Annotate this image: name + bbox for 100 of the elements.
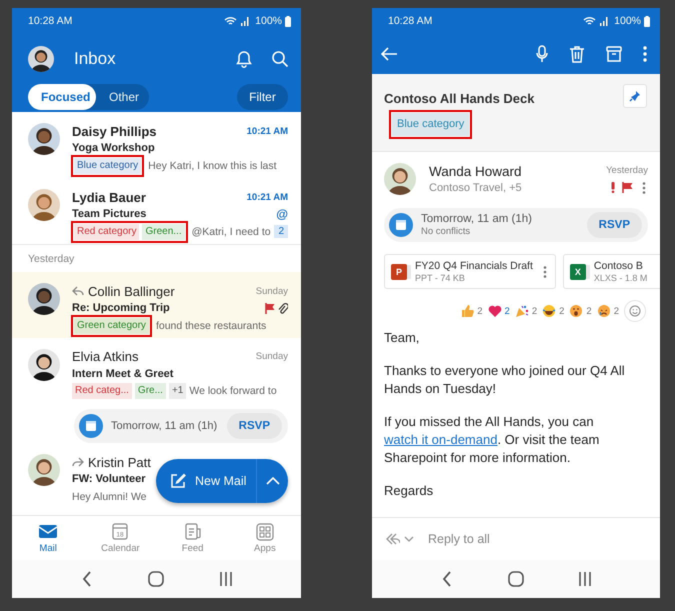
calendar-icon <box>389 213 413 237</box>
rsvp-button[interactable]: RSVP <box>586 212 642 238</box>
message-preview: Hey Alumni! We <box>72 490 148 502</box>
category-tag: Blue category <box>74 158 142 174</box>
chevron-down-icon <box>404 536 414 542</box>
reaction-button[interactable]: 2 <box>514 304 538 318</box>
wifi-icon <box>224 16 238 26</box>
message-time: Sunday <box>256 351 288 362</box>
sender-name: Elvia Atkins <box>72 349 138 364</box>
avatar <box>28 189 60 221</box>
thumbs-up-icon <box>460 304 474 318</box>
inbox-tab[interactable]: Focused <box>28 84 96 110</box>
message-item[interactable]: Collin Ballinger Sunday Re: Upcoming Trip Green category found these restaurants <box>12 272 301 338</box>
reaction-button[interactable]: 2 <box>596 304 619 318</box>
more-icon <box>642 182 646 194</box>
more-button[interactable] <box>540 266 549 278</box>
clock-time: 10:28 AM <box>388 15 432 27</box>
file-details: PPT - 74 KB <box>415 273 466 283</box>
reply-mode-button[interactable] <box>384 533 414 545</box>
sender-name: Kristin Patt <box>88 454 151 470</box>
more-button[interactable] <box>643 46 647 62</box>
pin-icon <box>629 90 641 102</box>
search-button[interactable] <box>271 50 289 68</box>
apps-icon <box>254 522 275 541</box>
back-arrow-icon <box>381 47 397 61</box>
attachment-card[interactable]: P FY20 Q4 Financials Draft PPT - 74 KB <box>384 254 556 289</box>
avatar <box>28 454 60 486</box>
heart-icon <box>488 304 502 318</box>
reply-field[interactable]: Reply to all <box>428 532 490 546</box>
avatar <box>28 46 54 72</box>
inbox-tab[interactable]: Other <box>96 84 152 110</box>
ppt-file-icon: P <box>391 264 407 280</box>
inbox-title: Inbox <box>74 49 117 69</box>
more-icon <box>542 266 547 278</box>
home-icon <box>508 571 524 587</box>
more-icon <box>643 46 647 62</box>
category-tag: Red category <box>74 224 140 240</box>
reaction-button[interactable]: 2 <box>569 304 592 318</box>
thread-count: 2 <box>274 225 288 238</box>
sender-name: Collin Ballinger <box>88 284 175 298</box>
notifications-button[interactable] <box>235 50 253 68</box>
battery-icon <box>285 16 291 26</box>
crying-face-icon <box>596 304 611 318</box>
category-tag: Red categ... <box>72 383 132 399</box>
rsvp-button[interactable]: RSVP <box>226 413 282 440</box>
bottom-tab[interactable]: Apps <box>228 516 301 560</box>
reaction-button[interactable]: 2 <box>542 304 564 318</box>
avatar <box>384 163 416 195</box>
confetti-icon <box>514 304 529 318</box>
body-paragraph: Thanks to everyone who joined our Q4 All Hands on Tuesday! <box>384 362 626 398</box>
smiley-icon <box>629 305 641 317</box>
xls-file-icon: X <box>570 264 586 280</box>
back-button[interactable] <box>381 47 397 61</box>
avatar <box>28 283 60 315</box>
on-demand-link[interactable]: watch it on-demand <box>384 432 498 447</box>
new-mail-button[interactable]: New Mail <box>156 459 258 503</box>
archive-icon <box>606 46 622 62</box>
microphone-button[interactable] <box>536 45 548 63</box>
mention-sign: @ <box>276 207 288 221</box>
event-note: No conflicts <box>421 226 472 237</box>
category-tag: Green... <box>142 224 185 240</box>
event-time: Tomorrow, 11 am (1h) <box>421 213 533 225</box>
message-subject: Intern Meet & Greet <box>72 368 174 380</box>
event-time: Tomorrow, 11 am (1h) <box>111 420 218 432</box>
laughing-face-icon <box>542 304 556 318</box>
message-subject: Team Pictures <box>72 208 146 220</box>
bottom-tab[interactable]: Mail <box>12 516 84 560</box>
reply-all-icon <box>384 533 400 545</box>
more-button[interactable] <box>640 182 648 194</box>
message-time: 10:21 AM <box>246 192 288 202</box>
message-time: 10:21 AM <box>246 126 288 136</box>
message-preview: found these restaurants <box>156 320 268 332</box>
back-icon <box>442 571 452 587</box>
archive-button[interactable] <box>606 46 622 62</box>
reaction-button[interactable]: 2 <box>460 304 483 318</box>
bottom-tab[interactable]: Feed <box>156 516 229 560</box>
recents-icon <box>578 571 592 587</box>
compose-icon <box>170 473 186 489</box>
email-subject: Contoso All Hands Deck <box>384 91 534 106</box>
file-name: Contoso B <box>594 260 644 272</box>
avatar <box>28 123 60 155</box>
microphone-icon <box>536 45 548 63</box>
calendar-icon <box>79 414 103 438</box>
recipients: Contoso Travel, +5 <box>429 182 523 194</box>
message-time: Sunday <box>256 286 288 296</box>
message-preview: Hey Katri, I know this is last <box>148 160 278 172</box>
message-subject: Yoga Workshop <box>72 142 155 154</box>
body-paragraph: If you missed the All Hands, you can watch it on-demand. Or visit the team Sharepoint for more information. <box>384 413 600 467</box>
filter-button[interactable]: Filter <box>237 84 288 110</box>
message-subject: Re: Upcoming Trip <box>72 302 170 314</box>
pin-button[interactable] <box>623 84 647 108</box>
reaction-button[interactable]: 2 <box>488 304 510 318</box>
search-icon <box>271 50 289 68</box>
delete-button[interactable] <box>569 45 585 63</box>
attachment-card[interactable]: X Contoso B XLXS - 1.8 M <box>562 254 660 289</box>
trash-icon <box>569 45 585 63</box>
bell-icon <box>235 50 253 68</box>
more-categories: +1 <box>168 383 186 399</box>
add-reaction-button[interactable] <box>624 300 646 322</box>
battery-icon <box>644 16 650 26</box>
